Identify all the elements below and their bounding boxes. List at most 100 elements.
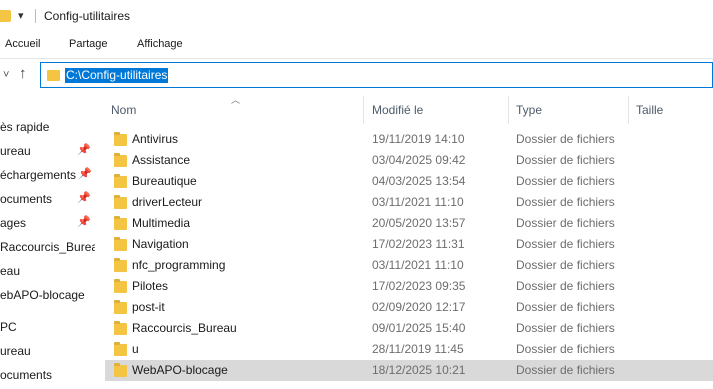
file-name: Bureautique: [132, 174, 197, 188]
file-name: nfc_programming: [132, 258, 226, 272]
address-bar[interactable]: C:\Config-utilitaires: [40, 62, 713, 88]
sidebar-item-label: ureau: [0, 344, 31, 358]
column-header-modified[interactable]: Modifié le: [372, 103, 423, 117]
address-path[interactable]: C:\Config-utilitaires: [65, 68, 169, 83]
file-row[interactable]: post-it 02/09/2020 12:17 Dossier de fich…: [103, 297, 713, 318]
folder-icon: [114, 153, 127, 167]
file-type: Dossier de fichiers: [516, 195, 615, 209]
file-type: Dossier de fichiers: [516, 132, 615, 146]
sidebar-item-documents[interactable]: ocuments 📌: [0, 190, 95, 210]
file-modified: 02/09/2020 12:17: [372, 300, 466, 314]
sidebar-item-label: ureau: [0, 144, 31, 158]
sidebar-item-pc-bureau[interactable]: ureau: [0, 342, 95, 362]
sidebar-item-label: ocuments: [0, 192, 53, 206]
file-modified: 03/04/2025 09:42: [372, 153, 466, 167]
pin-icon: 📌: [77, 216, 91, 228]
file-row-selected[interactable]: WebAPO-blocage 18/12/2025 10:21 Dossier …: [105, 360, 713, 381]
column-header-size[interactable]: Taille: [636, 103, 663, 117]
file-row[interactable]: Bureautique 04/03/2025 13:54 Dossier de …: [103, 171, 713, 192]
folder-icon: [114, 237, 127, 251]
sort-up-icon: ︿: [231, 95, 241, 105]
tab-partage[interactable]: Partage: [69, 38, 108, 50]
navigation-bar: ˅ ↑ C:\Config-utilitaires: [0, 59, 713, 92]
file-modified: 09/01/2025 15:40: [372, 321, 466, 335]
file-row[interactable]: Raccourcis_Bureau 09/01/2025 15:40 Dossi…: [103, 318, 713, 339]
file-type: Dossier de fichiers: [516, 153, 615, 167]
file-modified: 04/03/2025 13:54: [372, 174, 466, 188]
folder-icon: [114, 279, 127, 293]
sidebar-item-images[interactable]: ages 📌: [0, 214, 95, 234]
file-name: Raccourcis_Bureau: [132, 321, 237, 335]
sidebar-item-label: ès rapide: [0, 120, 50, 134]
folder-icon: [114, 174, 127, 188]
sidebar-item-label: eau: [0, 264, 21, 278]
file-modified: 20/05/2020 13:57: [372, 216, 466, 230]
sidebar-item-label: ocuments: [0, 368, 53, 382]
file-type: Dossier de fichiers: [516, 279, 615, 293]
file-name: WebAPO-blocage: [132, 363, 228, 377]
file-type: Dossier de fichiers: [516, 342, 615, 356]
file-type: Dossier de fichiers: [516, 237, 615, 251]
tab-accueil[interactable]: Accueil: [5, 38, 40, 50]
file-modified: 03/11/2021 11:10: [372, 258, 464, 272]
sidebar-item-telechargements[interactable]: échargements 📌: [0, 166, 95, 186]
file-row[interactable]: Navigation 17/02/2023 11:31 Dossier de f…: [103, 234, 713, 255]
file-modified: 17/02/2023 09:35: [372, 279, 466, 293]
folder-icon: [114, 216, 127, 230]
sidebar-item-label: échargements: [0, 168, 77, 182]
file-row[interactable]: Multimedia 20/05/2020 13:57 Dossier de f…: [103, 213, 713, 234]
column-divider[interactable]: [508, 96, 509, 124]
up-arrow-icon[interactable]: ↑: [19, 65, 27, 82]
file-row[interactable]: driverLecteur 03/11/2021 11:10 Dossier d…: [103, 192, 713, 213]
file-name: Multimedia: [132, 216, 191, 230]
folder-icon: [114, 321, 127, 335]
folder-icon: [114, 132, 127, 146]
sidebar-item-raccourcis-bureau[interactable]: Raccourcis_Bureau: [0, 238, 95, 258]
file-name: u: [132, 342, 139, 356]
file-list: ︿ Nom Modifié le Type Taille Antivirus 1…: [95, 92, 713, 389]
sidebar-item-quick-access[interactable]: ès rapide: [0, 118, 95, 138]
file-name: post-it: [132, 300, 165, 314]
folder-icon: [114, 363, 127, 377]
file-name: Navigation: [132, 237, 189, 251]
file-name: Antivirus: [132, 132, 179, 146]
column-divider[interactable]: [363, 96, 364, 124]
folder-icon: [114, 195, 127, 209]
file-type: Dossier de fichiers: [516, 321, 615, 335]
ribbon-tabs: Accueil Partage Affichage: [0, 32, 713, 59]
file-type: Dossier de fichiers: [516, 363, 615, 377]
column-header-name[interactable]: Nom: [111, 103, 136, 117]
sidebar-item-webapo-blocage[interactable]: ebAPO-blocage: [0, 286, 95, 306]
file-type: Dossier de fichiers: [516, 258, 615, 272]
file-modified: 17/02/2023 11:31: [372, 237, 465, 251]
pin-icon: 📌: [77, 144, 91, 156]
file-name: Pilotes: [132, 279, 169, 293]
file-modified: 28/11/2019 11:45: [372, 342, 464, 356]
file-row[interactable]: nfc_programming 03/11/2021 11:10 Dossier…: [103, 255, 713, 276]
sidebar-item-pc-documents[interactable]: ocuments: [0, 366, 95, 386]
tab-affichage[interactable]: Affichage: [137, 38, 183, 50]
file-row[interactable]: Pilotes 17/02/2023 09:35 Dossier de fich…: [103, 276, 713, 297]
file-row[interactable]: Assistance 03/04/2025 09:42 Dossier de f…: [103, 150, 713, 171]
column-divider[interactable]: [628, 96, 629, 124]
file-modified: 19/11/2019 14:10: [372, 132, 465, 146]
quick-access-toolbar-dropdown[interactable]: ▾: [18, 9, 24, 22]
folder-icon: [0, 10, 11, 22]
file-type: Dossier de fichiers: [516, 174, 615, 188]
sidebar-item-bureau[interactable]: ureau 📌: [0, 142, 95, 162]
sidebar-item-this-pc[interactable]: PC: [0, 318, 95, 338]
file-row[interactable]: u 28/11/2019 11:45 Dossier de fichiers: [103, 339, 713, 360]
recent-locations-chevron-icon[interactable]: ˅: [3, 69, 9, 81]
window-title: Config-utilitaires: [44, 9, 131, 23]
folder-icon: [114, 342, 127, 356]
folder-icon: [47, 70, 60, 81]
divider: [35, 9, 36, 23]
sidebar-item-reseau[interactable]: eau: [0, 262, 95, 282]
file-modified: 03/11/2021 11:10: [372, 195, 464, 209]
folder-icon: [114, 258, 127, 272]
file-name: driverLecteur: [132, 195, 203, 209]
file-name: Assistance: [132, 153, 191, 167]
navigation-pane: ès rapide ureau 📌 échargements 📌 ocument…: [0, 92, 95, 389]
file-row[interactable]: Antivirus 19/11/2019 14:10 Dossier de fi…: [103, 129, 713, 150]
column-header-type[interactable]: Type: [516, 103, 542, 117]
